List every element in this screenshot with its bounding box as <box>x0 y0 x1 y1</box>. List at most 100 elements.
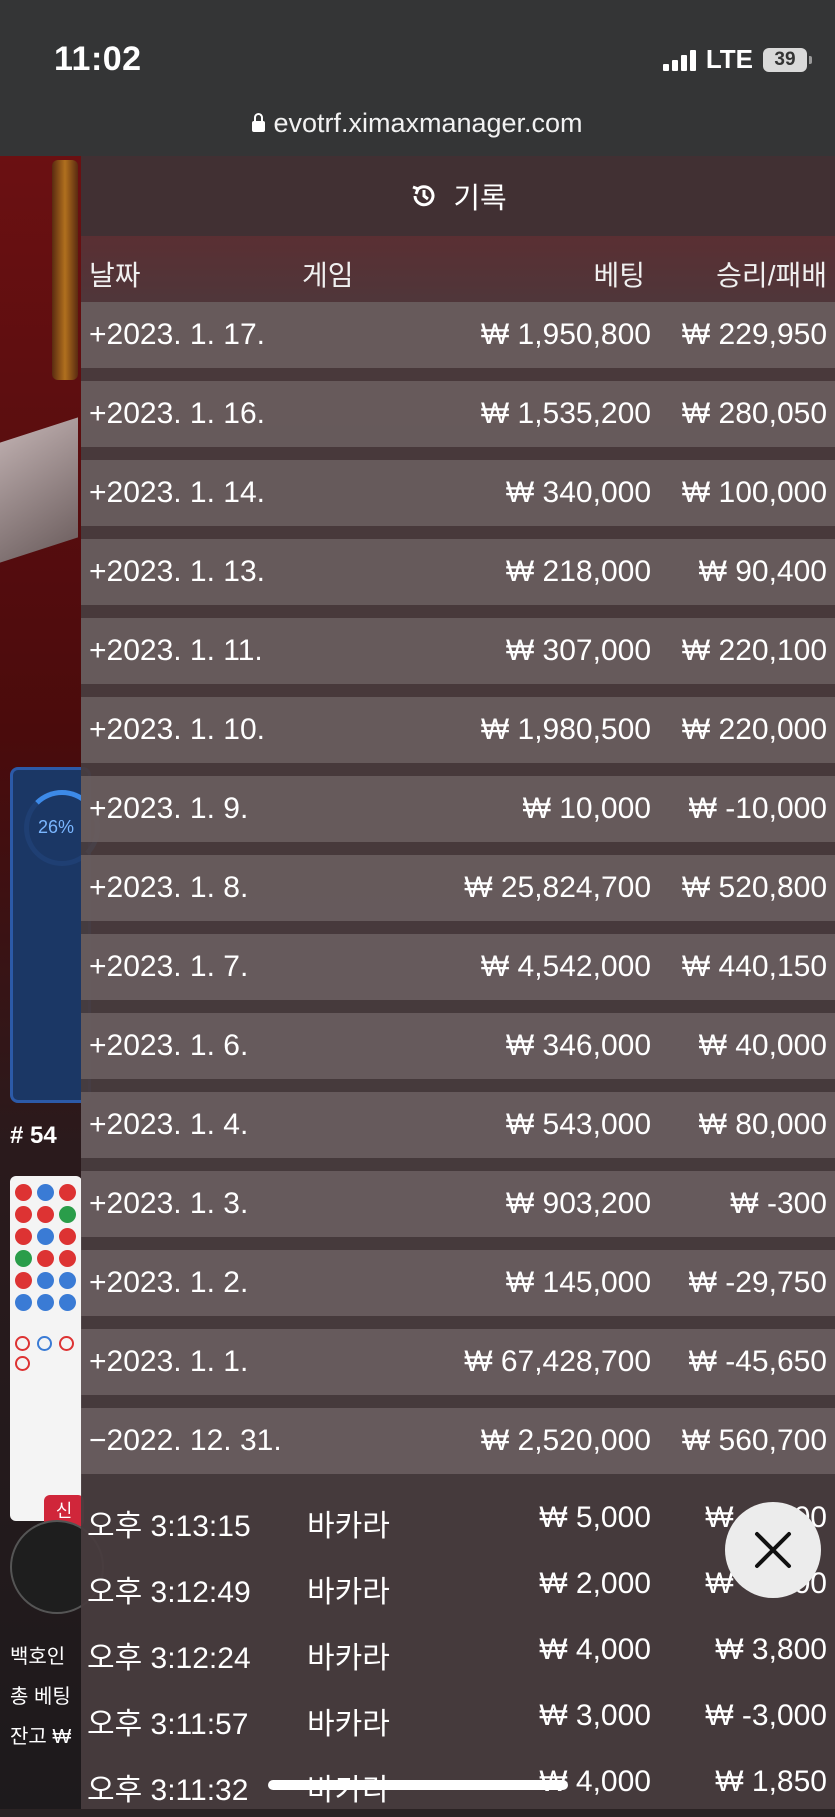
day-date: +2023. 1. 2. <box>89 1266 249 1299</box>
detail-time: 오후 3:11:57 <box>87 1708 249 1741</box>
day-win-loss: ₩ 220,000 <box>681 713 827 746</box>
day-win-loss: ₩ 560,700 <box>681 1424 827 1457</box>
day-win-loss: ₩ 220,100 <box>681 634 827 667</box>
panel-title: 기록 <box>81 156 835 236</box>
col-game: 게임 <box>302 260 354 291</box>
day-bet: ₩ 1,535,200 <box>480 397 651 430</box>
day-bet: ₩ 543,000 <box>505 1108 651 1141</box>
day-win-loss: ₩ 90,400 <box>698 555 827 588</box>
day-bet: ₩ 340,000 <box>505 476 651 509</box>
table-header: 날짜 게임 베팅 승리/패배 <box>81 236 835 302</box>
table-pillar <box>52 160 78 380</box>
history-panel: 기록 날짜 게임 베팅 승리/패배 +2023. 1. 17. ₩ 1,950,8… <box>81 156 835 1809</box>
day-bet: ₩ 1,950,800 <box>480 318 651 351</box>
day-row[interactable]: +2023. 1. 8. ₩ 25,824,700 ₩ 520,800 <box>81 855 835 921</box>
day-row[interactable]: +2023. 1. 3. ₩ 903,200 ₩ -300 <box>81 1171 835 1237</box>
day-win-loss: ₩ 40,000 <box>698 1029 827 1062</box>
day-row[interactable]: +2023. 1. 9. ₩ 10,000 ₩ -10,000 <box>81 776 835 842</box>
detail-game: 바카라 <box>307 1576 390 1609</box>
day-date: +2023. 1. 16. <box>89 397 265 430</box>
progress-label: 26% <box>38 817 75 837</box>
day-date: +2023. 1. 13. <box>89 555 265 588</box>
day-bet: ₩ 1,980,500 <box>480 713 651 746</box>
url-text: evotrf.ximaxmanager.com <box>273 108 583 138</box>
bg-line-2: 총 베팅 <box>10 1686 71 1708</box>
day-bet: ₩ 903,200 <box>505 1187 651 1220</box>
bg-line-1: 백호인 <box>10 1646 66 1668</box>
day-win-loss: ₩ 229,950 <box>681 318 827 351</box>
signal-icon <box>662 49 696 71</box>
day-row[interactable]: +2023. 1. 1. ₩ 67,428,700 ₩ -45,650 <box>81 1329 835 1395</box>
day-row[interactable]: +2023. 1. 4. ₩ 543,000 ₩ 80,000 <box>81 1092 835 1158</box>
day-bet: ₩ 145,000 <box>505 1266 651 1299</box>
day-win-loss: ₩ -29,750 <box>688 1266 827 1299</box>
status-bar: 11:02 LTE 39 evotrf.ximaxmanager.com <box>0 0 835 156</box>
day-date: +2023. 1. 9. <box>89 792 249 825</box>
day-date: +2023. 1. 4. <box>89 1108 249 1141</box>
detail-game: 바카라 <box>307 1642 390 1675</box>
day-win-loss: ₩ -45,650 <box>688 1345 827 1378</box>
day-list: +2023. 1. 17. ₩ 1,950,800 ₩ 229,950 +2023. … <box>81 302 835 1474</box>
col-bet: 베팅 <box>593 260 645 291</box>
day-row[interactable]: +2023. 1. 2. ₩ 145,000 ₩ -29,750 <box>81 1250 835 1316</box>
day-row[interactable]: +2023. 1. 11. ₩ 307,000 ₩ 220,100 <box>81 618 835 684</box>
close-icon <box>755 1532 791 1568</box>
day-row[interactable]: +2023. 1. 7. ₩ 4,542,000 ₩ 440,150 <box>81 934 835 1000</box>
day-bet: ₩ 25,824,700 <box>464 871 651 904</box>
day-date: +2023. 1. 11. <box>89 634 263 667</box>
day-bet: ₩ 307,000 <box>505 634 651 667</box>
detail-win-loss: ₩ 3,800 <box>715 1633 827 1666</box>
battery-level: 39 <box>774 48 796 70</box>
day-bet: ₩ 218,000 <box>505 555 651 588</box>
day-bet: ₩ 2,520,000 <box>480 1424 651 1457</box>
col-date: 날짜 <box>89 260 141 291</box>
detail-list: 오후 3:13:15바카라₩ 5,000₩ -5,000 오후 3:12:49 바카… <box>81 1487 835 1817</box>
day-win-loss: ₩ -300 <box>730 1187 827 1220</box>
day-date: +2023. 1. 6. <box>89 1029 249 1062</box>
status-indicators: LTE 39 <box>662 44 812 75</box>
detail-row[interactable]: 오후 3:12:24 바카라 ₩ 4,000 ₩ 3,800 <box>81 1619 835 1685</box>
day-win-loss: ₩ 100,000 <box>681 476 827 509</box>
day-bet: ₩ 67,428,700 <box>464 1345 651 1378</box>
day-row[interactable]: +2023. 1. 13. ₩ 218,000 ₩ 90,400 <box>81 539 835 605</box>
day-bet: ₩ 346,000 <box>505 1029 651 1062</box>
lock-icon <box>252 113 266 132</box>
home-indicator[interactable] <box>268 1780 568 1790</box>
battery-icon: 39 <box>763 47 812 72</box>
detail-bet: ₩ 4,000 <box>539 1633 651 1666</box>
network-label: LTE <box>705 44 753 74</box>
panel-title-text: 기록 <box>453 183 507 215</box>
detail-time: 오후 3:11:32 <box>87 1774 249 1807</box>
day-row[interactable]: +2023. 1. 14. ₩ 340,000 ₩ 100,000 <box>81 460 835 526</box>
detail-row[interactable]: 오후 3:11:57 바카라 ₩ 3,000 ₩ -3,000 <box>81 1685 835 1751</box>
day-row[interactable]: +2023. 1. 6. ₩ 346,000 ₩ 40,000 <box>81 1013 835 1079</box>
detail-bet: ₩ 2,000 <box>539 1567 651 1600</box>
day-row[interactable]: +2023. 1. 17. ₩ 1,950,800 ₩ 229,950 <box>81 302 835 368</box>
detail-time: 오후 3:12:49 <box>87 1576 251 1609</box>
day-row[interactable]: +2023. 1. 10. ₩ 1,980,500 ₩ 220,000 <box>81 697 835 763</box>
detail-row[interactable]: 오후 3:13:15바카라₩ 5,000₩ -5,000 <box>81 1487 835 1553</box>
detail-row[interactable]: 오후 3:12:49바카라₩ 2,000₩ -2,000 <box>81 1553 835 1619</box>
day-row[interactable]: +2023. 1. 16. ₩ 1,535,200 ₩ 280,050 <box>81 381 835 447</box>
day-win-loss: ₩ 440,150 <box>681 950 827 983</box>
day-win-loss: ₩ 80,000 <box>698 1108 827 1141</box>
scoreboard-road <box>10 1176 82 1521</box>
day-win-loss: ₩ 520,800 <box>681 871 827 904</box>
close-button[interactable] <box>725 1502 821 1598</box>
day-bet: ₩ 10,000 <box>522 792 651 825</box>
col-win-loss: 승리/패배 <box>716 260 827 291</box>
day-row[interactable]: −2022. 12. 31. ₩ 2,520,000 ₩ 560,700 <box>81 1408 835 1474</box>
history-icon <box>409 181 439 211</box>
day-win-loss: ₩ -10,000 <box>688 792 827 825</box>
bg-line-3: 잔고 ₩ <box>10 1726 72 1748</box>
detail-time: 오후 3:12:24 <box>87 1642 251 1675</box>
day-win-loss: ₩ 280,050 <box>681 397 827 430</box>
day-date: −2022. 12. 31. <box>89 1424 282 1457</box>
detail-time: 오후 3:13:15 <box>87 1510 251 1543</box>
round-number: # 54 <box>10 1122 57 1149</box>
detail-bet: ₩ 5,000 <box>539 1501 651 1534</box>
day-date: +2023. 1. 17. <box>89 318 265 351</box>
day-bet: ₩ 4,542,000 <box>480 950 651 983</box>
detail-game: 바카라 <box>307 1708 390 1741</box>
url-bar[interactable]: evotrf.ximaxmanager.com <box>0 108 835 139</box>
